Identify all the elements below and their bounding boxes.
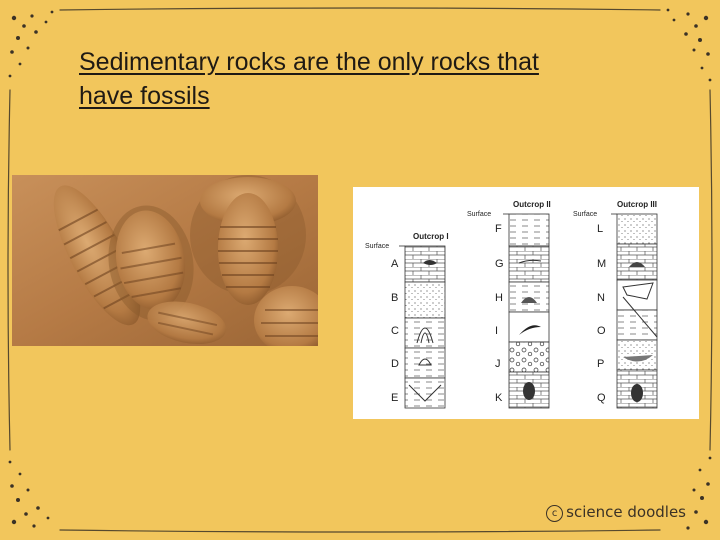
surface-label-2: Surface	[467, 211, 491, 218]
layer-label-c: C	[391, 325, 399, 337]
surface-label-3: Surface	[573, 211, 597, 218]
outcrop-2-column	[508, 213, 550, 409]
layer-label-l: L	[597, 223, 603, 235]
layer-label-o: O	[597, 325, 606, 337]
outcrop-3-title: Outcrop III	[617, 200, 657, 209]
layer-label-b: B	[391, 292, 398, 304]
credit-text: science doodles	[566, 503, 686, 521]
outcrop-3-column	[616, 213, 658, 409]
slide-title: Sedimentary rocks are the only rocks tha…	[79, 48, 539, 110]
slide: Sedimentary rocks are the only rocks tha…	[0, 0, 720, 540]
layer-label-i: I	[495, 325, 498, 337]
layer-label-k: K	[495, 392, 503, 404]
layer-label-a: A	[391, 258, 399, 270]
layer-label-f: F	[495, 223, 502, 235]
layer-label-g: G	[495, 258, 504, 270]
layer-label-h: H	[495, 292, 503, 304]
layer-label-d: D	[391, 358, 399, 370]
trilobite-fossil-photo	[12, 175, 318, 346]
layer-label-j: J	[495, 358, 501, 370]
layer-label-p: P	[597, 358, 604, 370]
copyright-icon: c	[546, 505, 564, 522]
layer-label-q: Q	[597, 392, 606, 404]
surface-label-1: Surface	[365, 243, 389, 250]
outcrop-2-title: Outcrop II	[513, 200, 551, 209]
layer-label-m: M	[597, 258, 606, 270]
outcrop-1-title: Outcrop I	[413, 232, 449, 241]
science-doodles-credit: c science doodles	[546, 503, 686, 522]
outcrop-1-column	[404, 245, 446, 409]
outcrop-diagram: Surface Surface Surface Outcrop I Outcro…	[353, 187, 699, 419]
layer-label-e: E	[391, 392, 398, 404]
layer-label-n: N	[597, 292, 605, 304]
